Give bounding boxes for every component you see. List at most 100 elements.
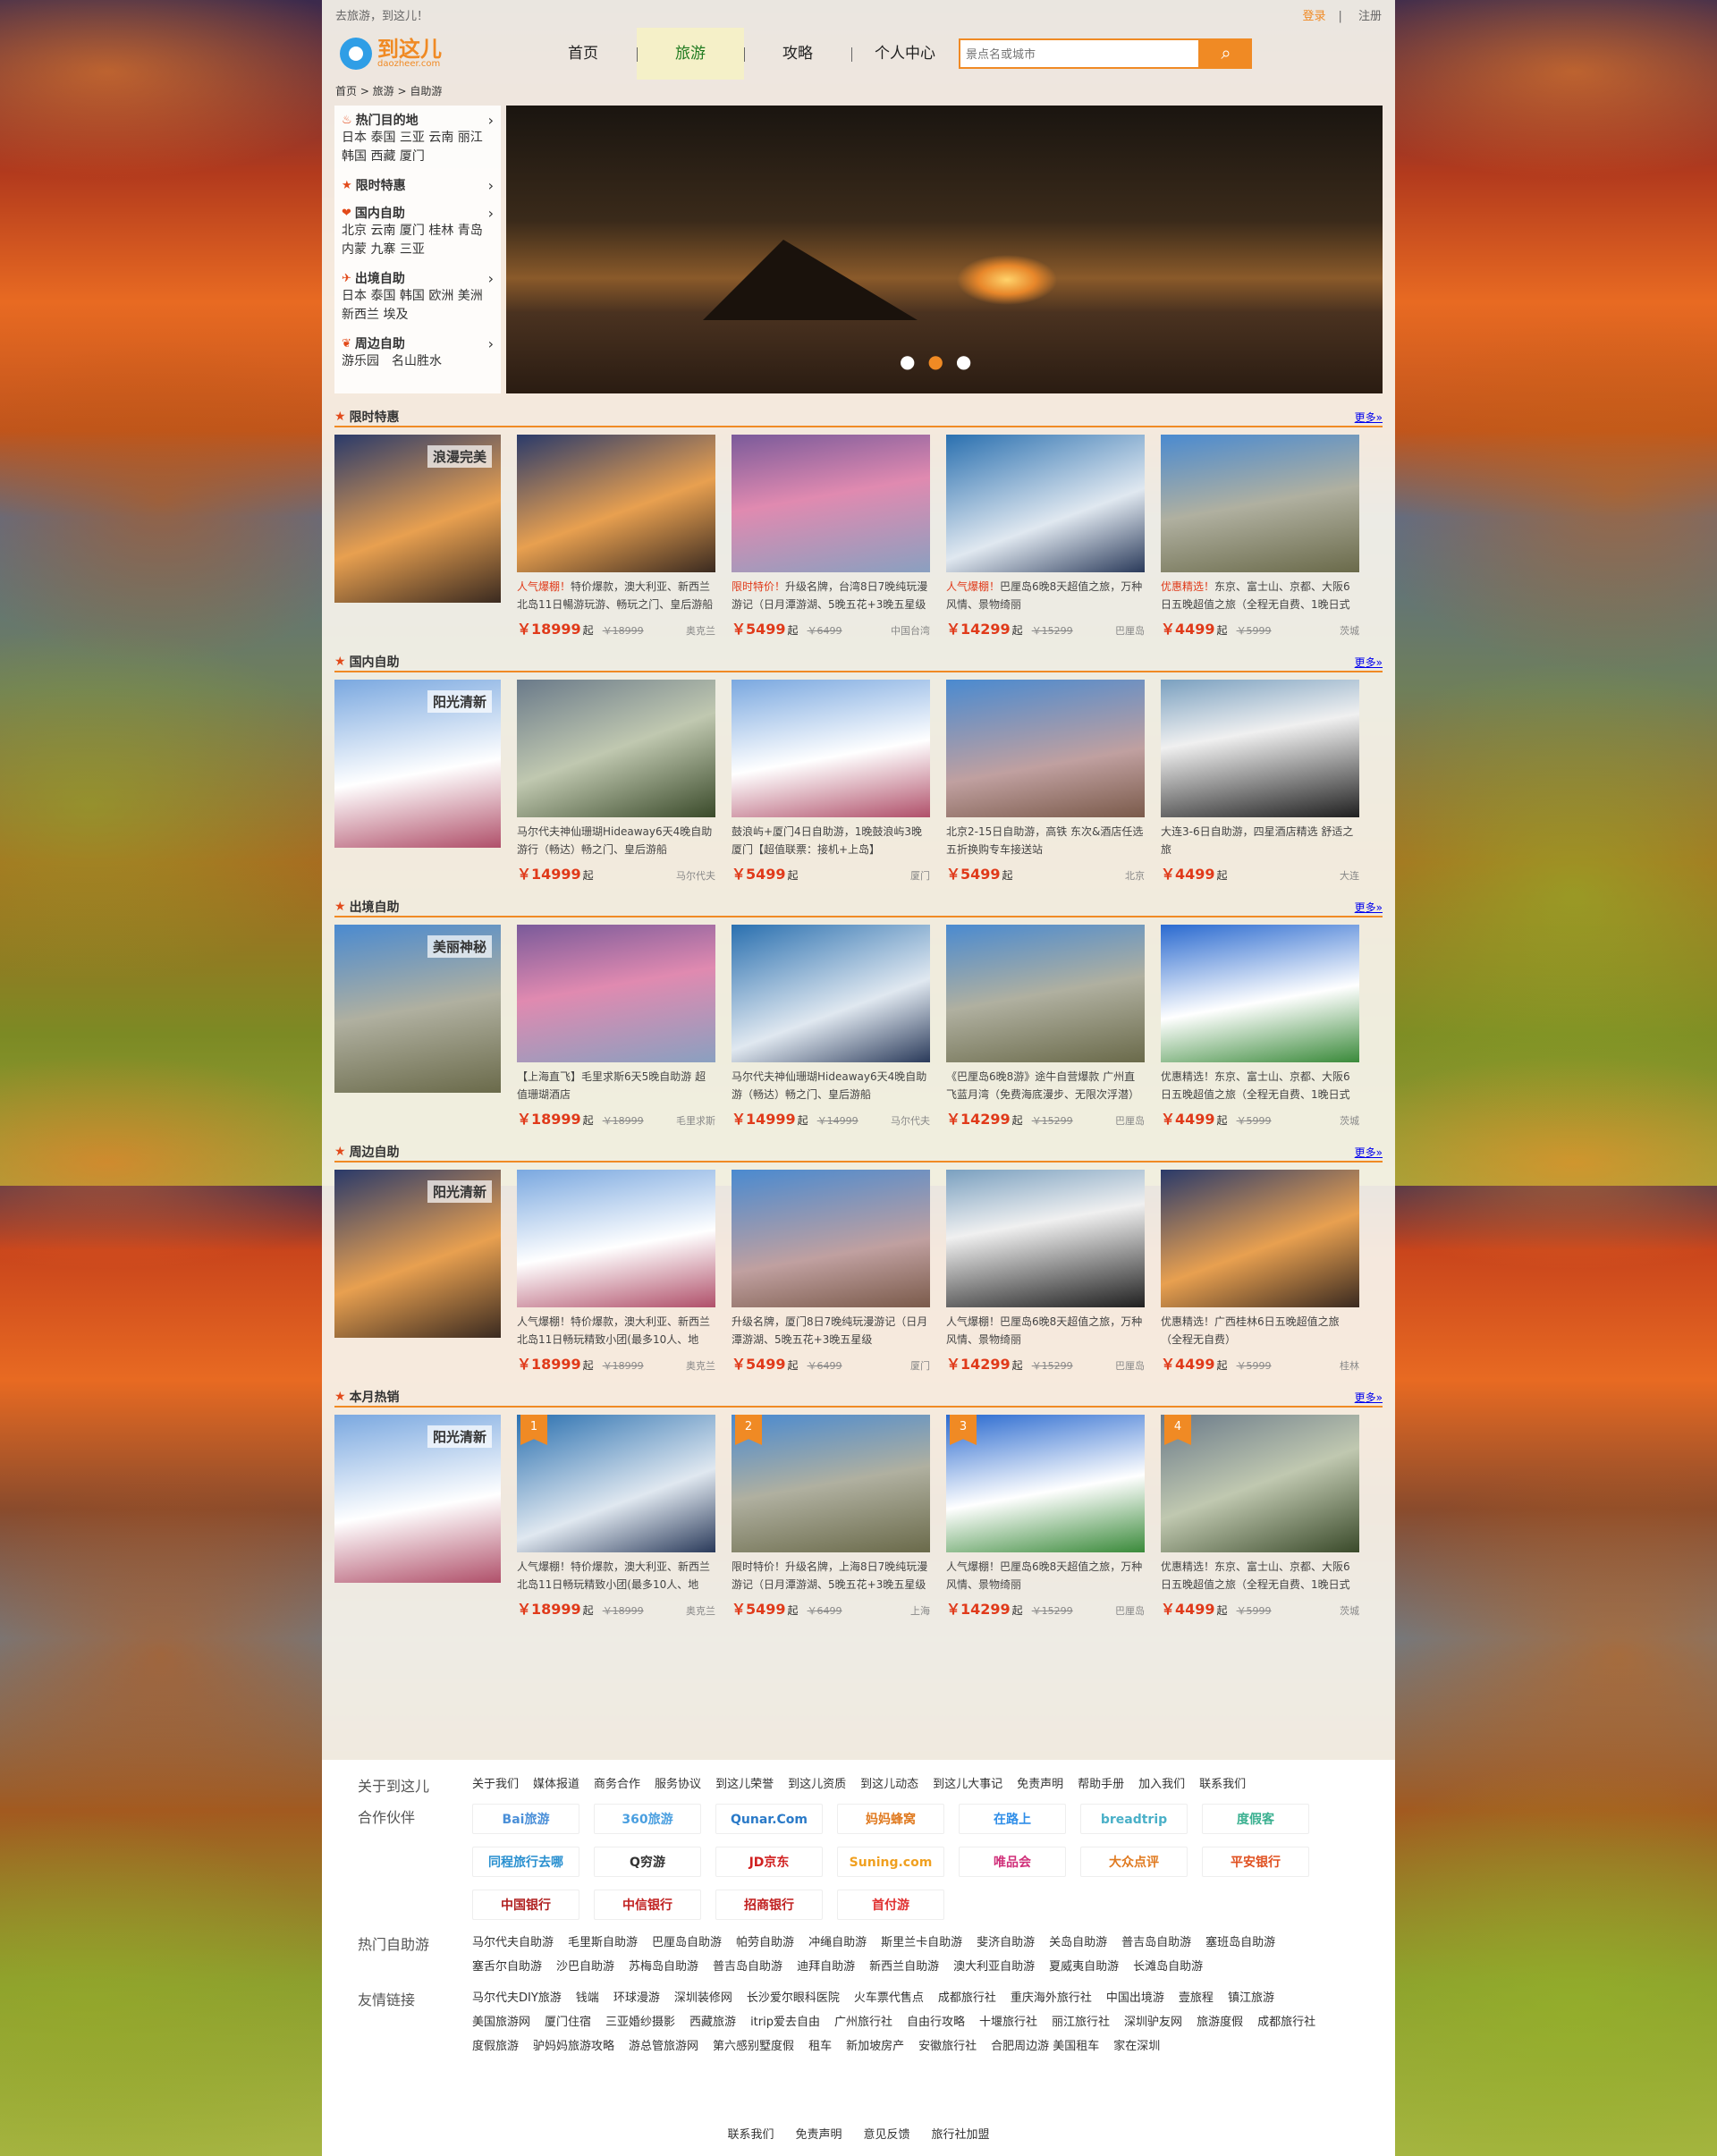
partner-logo[interactable]: Suning.com [837, 1847, 944, 1877]
product-title[interactable]: 人气爆棚！巴厘岛6晚8天超值之旅，万种风情、景物绮丽 [946, 578, 1145, 613]
product-title[interactable]: 人气爆棚！特价爆款，澳大利亚、新西兰北岛11日畅玩精致小团(最多10人、地 [517, 1313, 715, 1349]
bottom-link[interactable]: 旅行社加盟 [932, 2128, 990, 2142]
product-card[interactable]: 优惠精选！东京、富士山、京都、大阪6日五晚超值之旅（全程无自费、1晚日式 ￥44… [1161, 925, 1359, 1129]
friend-link[interactable]: 镇江旅游 [1228, 1986, 1274, 2010]
product-image[interactable] [946, 925, 1145, 1062]
featured-image[interactable]: 阳光清新 [334, 680, 501, 848]
menu-links[interactable]: 游乐园 名山胜水 [342, 352, 494, 371]
hero-banner[interactable]: ● ● ● [506, 106, 1383, 393]
partner-logo[interactable]: 360旅游 [594, 1804, 701, 1834]
friend-link[interactable]: 广州旅行社 [834, 2010, 892, 2034]
menu-group[interactable]: ✈ 出境自助 › 日本 泰国 韩国 欧洲 美洲 新西兰 埃及 [342, 269, 494, 325]
product-card[interactable]: 人气爆棚！特价爆款，澳大利亚、新西兰北岛11日暢游玩游、畅玩之门、皇后游船 ￥1… [517, 435, 715, 638]
product-image[interactable] [946, 1170, 1145, 1307]
partner-logo[interactable]: JD京东 [715, 1847, 823, 1877]
bottom-link[interactable]: 免责声明 [795, 2128, 842, 2142]
product-image[interactable] [946, 680, 1145, 817]
carousel-dot[interactable]: ● [956, 351, 971, 372]
hot-link[interactable]: 普吉岛自助游 [713, 1955, 782, 1979]
featured-image[interactable]: 浪漫完美 [334, 435, 501, 603]
partner-logo[interactable]: 中信银行 [594, 1890, 701, 1920]
hot-link[interactable]: 帕劳自助游 [736, 1931, 794, 1955]
product-image[interactable] [517, 435, 715, 572]
hot-link[interactable]: 夏威夷自助游 [1049, 1955, 1119, 1979]
menu-links[interactable]: 北京 云南 厦门 桂林 青岛 内蒙 九寨 三亚 [342, 222, 494, 259]
friend-link[interactable]: 美国旅游网 [472, 2010, 530, 2034]
partner-logo[interactable]: 唯品会 [959, 1847, 1066, 1877]
product-title[interactable]: 人气爆棚！巴厘岛6晚8天超值之旅，万种风情、景物绮丽 [946, 1558, 1145, 1594]
hot-link[interactable]: 斐济自助游 [977, 1931, 1035, 1955]
product-title[interactable]: 马尔代夫神仙珊瑚Hideaway6天4晚自助游（畅达）畅之门、皇后游船 [732, 1068, 930, 1103]
product-card[interactable]: 北京2-15日自助游，高铁 东次&酒店任选五折换购专车接送站 ￥5499 起 北京 [946, 680, 1145, 884]
carousel-dot[interactable]: ● [900, 351, 915, 372]
friend-link[interactable]: 环球漫游 [613, 1986, 660, 2010]
bottom-link[interactable]: 意见反馈 [864, 2128, 910, 2142]
product-image[interactable] [517, 925, 715, 1062]
product-card[interactable]: 2 限时特价！升级名牌，上海8日7晚纯玩漫游记（日月潭游湖、5晚五花+3晚五星级… [732, 1415, 930, 1619]
friend-link[interactable]: 租车 [808, 2034, 832, 2059]
login-link[interactable]: 登录 [1302, 10, 1325, 23]
product-title[interactable]: 优惠精选！广西桂林6日五晚超值之旅（全程无自费） [1161, 1313, 1359, 1349]
partner-logo[interactable]: 首付游 [837, 1890, 944, 1920]
hot-link[interactable]: 冲绳自助游 [808, 1931, 867, 1955]
product-title[interactable]: 【上海直飞】毛里求斯6天5晚自助游 超值珊瑚酒店 [517, 1068, 715, 1103]
search-input[interactable] [959, 38, 1200, 69]
hot-link[interactable]: 毛里斯自助游 [568, 1931, 638, 1955]
product-image[interactable] [732, 435, 930, 572]
footer-link[interactable]: 关于我们 [472, 1772, 519, 1797]
product-image[interactable] [1161, 435, 1359, 572]
featured-image[interactable]: 美丽神秘 [334, 925, 501, 1093]
menu-links[interactable]: 日本 泰国 三亚 云南 丽江 韩国 西藏 厦门 [342, 129, 494, 166]
product-title[interactable]: 《巴厘岛6晚8游》途牛自营爆款 广州直飞蓝月湾（免费海底漫步、无限次浮潜）四 [946, 1068, 1145, 1103]
friend-link[interactable]: 中国出境游 [1106, 1986, 1164, 2010]
hot-link[interactable]: 关岛自助游 [1049, 1931, 1107, 1955]
menu-group[interactable]: ♨ 热门目的地 › 日本 泰国 三亚 云南 丽江 韩国 西藏 厦门 [342, 111, 494, 166]
product-card[interactable]: 马尔代夫神仙珊瑚Hideaway6天4晚自助游（畅达）畅之门、皇后游船 ￥149… [732, 925, 930, 1129]
friend-link[interactable]: 十堰旅行社 [979, 2010, 1037, 2034]
product-card[interactable]: 马尔代夫神仙珊瑚Hideaway6天4晚自助游行（畅达）畅之门、皇后游船 ￥14… [517, 680, 715, 884]
product-title[interactable]: 人气爆棚！特价爆款，澳大利亚、新西兰北岛11日暢游玩游、畅玩之门、皇后游船 [517, 578, 715, 613]
product-image[interactable] [517, 1170, 715, 1307]
product-image[interactable] [517, 680, 715, 817]
product-card[interactable]: 人气爆棚！巴厘岛6晚8天超值之旅，万种风情、景物绮丽 ￥14299 起 ￥15299… [946, 435, 1145, 638]
hot-link[interactable]: 澳大利亚自助游 [953, 1955, 1035, 1979]
hot-link[interactable]: 塞班岛自助游 [1205, 1931, 1275, 1955]
product-image[interactable] [1161, 1170, 1359, 1307]
friend-link[interactable]: 旅游度假 [1197, 2010, 1243, 2034]
hot-link[interactable]: 巴厘岛自助游 [652, 1931, 722, 1955]
friend-link[interactable]: 驴妈妈旅游攻略 [533, 2034, 614, 2059]
hot-link[interactable]: 普吉岛自助游 [1121, 1931, 1191, 1955]
friend-link[interactable]: 新加坡房产 [846, 2034, 904, 2059]
product-image[interactable]: 3 [946, 1415, 1145, 1552]
product-title[interactable]: 大连3-6日自助游，四星酒店精选 舒适之旅 [1161, 823, 1359, 858]
nav-profile[interactable]: 个人中心 [851, 28, 959, 80]
partner-logo[interactable]: 大众点评 [1080, 1847, 1188, 1877]
product-title[interactable]: 升级名牌，厦门8日7晚纯玩漫游记（日月潭游湖、5晚五花+3晚五星级 [732, 1313, 930, 1349]
footer-link[interactable]: 到这儿动态 [860, 1772, 918, 1797]
footer-link[interactable]: 服务协议 [655, 1772, 701, 1797]
product-image[interactable]: 1 [517, 1415, 715, 1552]
product-title[interactable]: 优惠精选！东京、富士山、京都、大阪6日五晚超值之旅（全程无自费、1晚日式 [1161, 578, 1359, 613]
product-title[interactable]: 鼓浪屿+厦门4日自助游，1晚鼓浪屿3晚厦门【超值联票：接机+上岛】 [732, 823, 930, 858]
more-link[interactable]: 更多» [1355, 410, 1383, 425]
product-card[interactable]: 优惠精选！东京、富士山、京都、大阪6日五晚超值之旅（全程无自费、1晚日式 ￥44… [1161, 435, 1359, 638]
product-title[interactable]: 人气爆棚！巴厘岛6晚8天超值之旅，万种风情、景物绮丽 [946, 1313, 1145, 1349]
friend-link[interactable]: 西藏旅游 [689, 2010, 736, 2034]
product-image[interactable] [946, 435, 1145, 572]
product-title[interactable]: 北京2-15日自助游，高铁 东次&酒店任选五折换购专车接送站 [946, 823, 1145, 858]
friend-link[interactable]: 火车票代售点 [854, 1986, 924, 2010]
friend-link[interactable]: 深圳驴友网 [1124, 2010, 1182, 2034]
partner-logo[interactable]: 同程旅行去哪 [472, 1847, 579, 1877]
featured-image[interactable]: 阳光清新 [334, 1170, 501, 1338]
friend-link[interactable]: 深圳装修网 [674, 1986, 732, 2010]
product-title[interactable]: 限时特价！升级名牌，上海8日7晚纯玩漫游记（日月潭游湖、5晚五花+3晚五星级 [732, 1558, 930, 1594]
footer-link[interactable]: 到这儿资质 [788, 1772, 846, 1797]
product-title[interactable]: 优惠精选！东京、富士山、京都、大阪6日五晚超值之旅（全程无自费、1晚日式 [1161, 1068, 1359, 1103]
product-image[interactable] [732, 1170, 930, 1307]
product-card[interactable]: 大连3-6日自助游，四星酒店精选 舒适之旅 ￥4499 起 大连 [1161, 680, 1359, 884]
partner-logo[interactable]: 在路上 [959, 1804, 1066, 1834]
product-image[interactable] [1161, 680, 1359, 817]
more-link[interactable]: 更多» [1355, 655, 1383, 670]
menu-links[interactable]: 日本 泰国 韩国 欧洲 美洲 新西兰 埃及 [342, 287, 494, 325]
hot-link[interactable]: 塞舌尔自助游 [472, 1955, 542, 1979]
